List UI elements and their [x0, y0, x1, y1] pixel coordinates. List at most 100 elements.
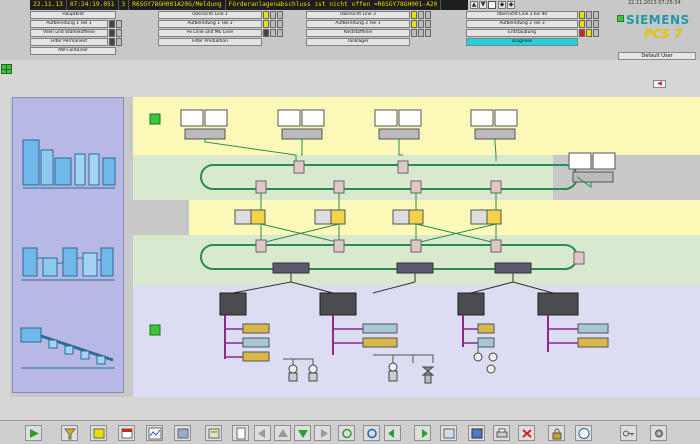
picture-icon[interactable] [440, 425, 457, 441]
area-label: Tanklager [306, 38, 410, 46]
area-label-active: Diagnose [466, 38, 578, 46]
trend-icon[interactable] [146, 425, 163, 441]
lock-icon[interactable] [548, 425, 565, 441]
alarm-message: Förderanlagenabschluss ist nicht offen =… [226, 0, 442, 10]
network-switch-icon[interactable] [397, 160, 409, 174]
status-indicator [617, 15, 624, 22]
print-icon[interactable] [493, 425, 510, 441]
area-status-icon [586, 20, 592, 28]
controller-icon[interactable] [219, 292, 247, 316]
alarm-date: 22.11.13 [30, 0, 67, 10]
filter-icon[interactable] [61, 425, 78, 441]
network-switch-icon[interactable] [333, 239, 345, 253]
controller-icon[interactable] [457, 292, 485, 316]
controller-icon[interactable] [537, 292, 579, 316]
server-1[interactable] [234, 209, 266, 225]
alarm-list-icon[interactable] [90, 425, 107, 441]
area-status-icon [263, 29, 269, 37]
area-label: Reststofflinie [306, 29, 410, 37]
network-switch-icon[interactable] [490, 239, 502, 253]
area-label: Aufbereitung 2 Teil 1 [306, 20, 410, 28]
server-3[interactable] [392, 209, 424, 225]
network-switch-icon[interactable] [293, 160, 305, 174]
faceplate-icon[interactable] [205, 425, 222, 441]
speaker-icon[interactable]: ◀ [653, 80, 666, 88]
play-icon[interactable] [25, 425, 42, 441]
network-switch-icon[interactable] [333, 180, 345, 194]
delete-icon[interactable] [518, 425, 535, 441]
network-module-icon[interactable] [272, 262, 310, 274]
pcs7-logo: PCS 7 [644, 27, 683, 41]
message-list-icon[interactable] [118, 425, 135, 441]
refresh-icon[interactable] [363, 425, 380, 441]
network-switch-icon[interactable] [490, 180, 502, 194]
user-field[interactable]: Default User [618, 52, 696, 60]
area-label: Vlieh und Stärkelöfflese [30, 29, 108, 37]
forward-icon[interactable] [414, 425, 431, 441]
area-label: Übersicht Line 3 [306, 11, 410, 19]
loop-icon[interactable] [338, 425, 355, 441]
diagnostic-icon[interactable] [174, 425, 191, 441]
settings-icon[interactable] [650, 425, 667, 441]
arrow-right-icon[interactable] [314, 425, 331, 441]
network-topology [133, 97, 700, 397]
engineering-station[interactable] [568, 152, 616, 183]
zone-status-icon[interactable] [149, 113, 161, 125]
alarm-down-icon[interactable]: ▼ [479, 1, 487, 9]
network-switch-icon[interactable] [255, 239, 267, 253]
alarm-extra-icon[interactable]: ◆ [507, 1, 515, 9]
area-status-icon [263, 20, 269, 28]
area-status-icon [586, 11, 592, 19]
area-status-icon [579, 29, 585, 37]
key-icon[interactable] [620, 425, 637, 441]
report-icon[interactable] [232, 425, 249, 441]
area-status-icon [586, 29, 592, 37]
zone-status-icon[interactable] [149, 324, 161, 336]
network-switch-icon[interactable] [410, 180, 422, 194]
alarm-up-icon[interactable]: ▲ [470, 1, 478, 9]
field-device-icon[interactable] [308, 364, 318, 382]
area-status-icon [270, 29, 276, 37]
bottom-toolbar [0, 420, 700, 444]
back-icon[interactable] [384, 425, 401, 441]
network-switch-icon[interactable] [410, 239, 422, 253]
network-switch-icon[interactable] [255, 180, 267, 194]
arrow-left-icon[interactable] [254, 425, 271, 441]
arrow-down-icon[interactable] [294, 425, 311, 441]
area-label: Filter Produktion [158, 38, 262, 46]
area-status-icon [277, 11, 283, 19]
area-label: Aufbereitung 2 Teil 3 [466, 20, 578, 28]
server-4[interactable] [470, 209, 502, 225]
server-2[interactable] [314, 209, 346, 225]
process-line-icon[interactable] [21, 247, 115, 281]
network-switch-icon[interactable] [573, 251, 585, 265]
plant-overview-icon[interactable] [22, 139, 116, 189]
header-bar: 22.11.13 07:24:19.051 3 R6SGY78GH001A20G… [0, 0, 700, 60]
field-device-icon[interactable] [288, 364, 298, 382]
zone-servers [189, 200, 700, 235]
grid-overview-icon[interactable] [1, 64, 12, 74]
alarm-ack-icon[interactable]: ◆ [498, 1, 506, 9]
alarm-count: 3 [119, 0, 130, 10]
window-square-icon[interactable] [488, 1, 496, 9]
save-icon[interactable] [468, 425, 485, 441]
controller-icon[interactable] [319, 292, 357, 316]
area-status-icon [418, 29, 424, 37]
arrow-up-icon[interactable] [274, 425, 291, 441]
area-label: Übersicht Line 1 [158, 11, 262, 19]
io-module-icon[interactable] [242, 323, 270, 362]
alarm-line[interactable]: 22.11.13 07:24:19.051 3 R6SGY78GH001A20G… [30, 0, 468, 10]
area-status-icon [109, 20, 115, 28]
conveyor-icon[interactable] [20, 327, 115, 369]
network-module-icon[interactable] [494, 262, 532, 274]
area-status-icon [593, 11, 599, 19]
area-status-icon [263, 11, 269, 19]
area-status-icon [116, 29, 122, 37]
field-device-icon[interactable] [388, 362, 398, 382]
area-status-icon [418, 20, 424, 28]
area-status-icon [579, 11, 585, 19]
network-module-icon[interactable] [396, 262, 434, 274]
info-icon[interactable] [575, 425, 592, 441]
area-status-icon [411, 11, 417, 19]
area-status-icon [116, 38, 122, 46]
